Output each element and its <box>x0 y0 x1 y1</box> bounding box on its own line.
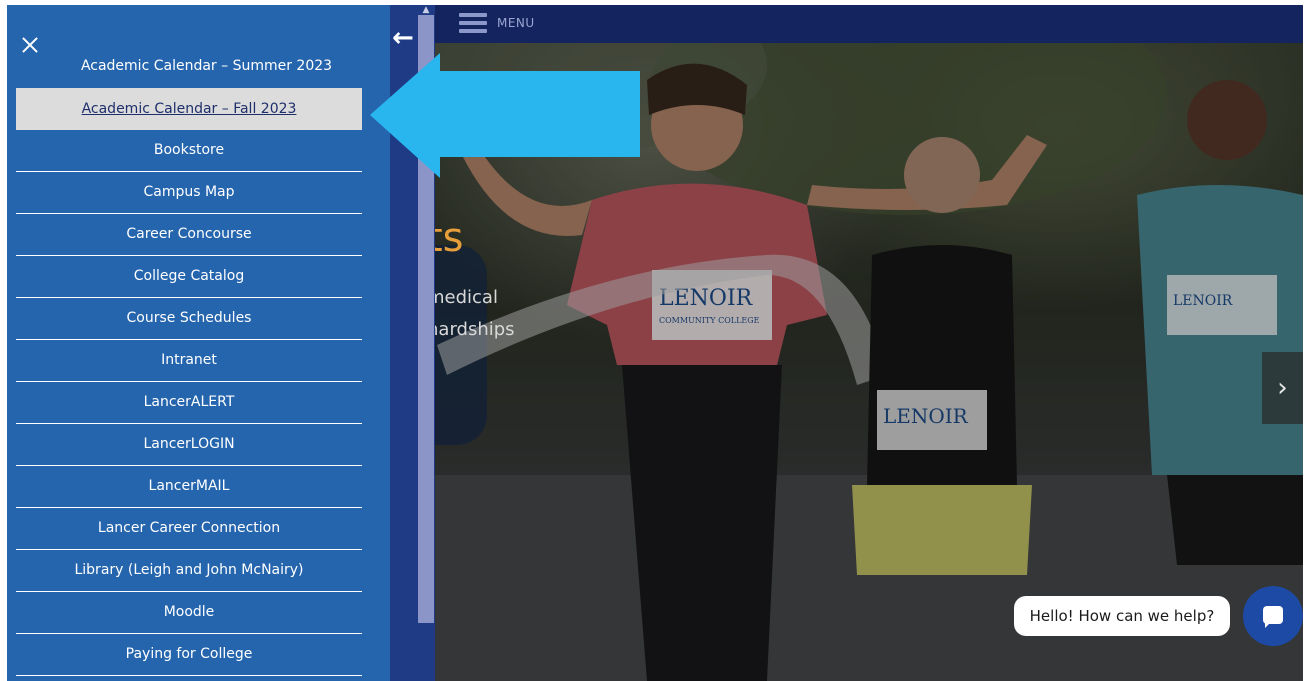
menu-link-academic-calendar-summer[interactable]: Academic Calendar – Summer 2023 <box>7 58 372 74</box>
chevron-right-icon: › <box>1277 373 1288 403</box>
side-menu: Academic Calendar – Summer 2023 Academic… <box>7 5 390 681</box>
hero-text-line-2: hardships <box>427 319 515 340</box>
chat-icon <box>1263 606 1283 628</box>
arrow-left-icon[interactable]: ← <box>392 23 414 53</box>
chat-prompt-bubble[interactable]: Hello! How can we help? <box>1014 596 1230 636</box>
menu-item-lancer-career-connection[interactable]: Lancer Career Connection <box>16 508 362 550</box>
menu-item-lancerlogin[interactable]: LancerLOGIN <box>16 424 362 466</box>
menu-item-lancermail[interactable]: LancerMAIL <box>16 466 362 508</box>
menu-item-career-concourse[interactable]: Career Concourse <box>16 214 362 256</box>
close-icon[interactable] <box>19 35 41 57</box>
menu-list: Academic Calendar – Fall 2023 Bookstore … <box>16 88 362 676</box>
scroll-up-icon[interactable]: ▲ <box>419 5 433 19</box>
chat-button[interactable] <box>1243 586 1303 646</box>
menu-item-library[interactable]: Library (Leigh and John McNairy) <box>16 550 362 592</box>
browser-viewport: LENOIR COMMUNITY COLLEGE LENOIR LENOIR t… <box>7 5 1303 681</box>
menu-item-intranet[interactable]: Intranet <box>16 340 362 382</box>
menu-item-course-schedules[interactable]: Course Schedules <box>16 298 362 340</box>
menu-item-bookstore[interactable]: Bookstore <box>16 130 362 172</box>
menu-item-paying-for-college[interactable]: Paying for College <box>16 634 362 676</box>
menu-item-moodle[interactable]: Moodle <box>16 592 362 634</box>
menu-label: MENU <box>497 16 535 30</box>
menu-item-college-catalog[interactable]: College Catalog <box>16 256 362 298</box>
carousel-next-button[interactable]: › <box>1262 352 1303 424</box>
hero-text-line-1: medical <box>427 287 498 308</box>
hamburger-icon <box>459 13 487 33</box>
menu-item-academic-calendar-fall[interactable]: Academic Calendar – Fall 2023 <box>16 88 362 130</box>
menu-button[interactable]: MENU <box>459 13 535 33</box>
menu-item-campus-map[interactable]: Campus Map <box>16 172 362 214</box>
menu-item-lanceralert[interactable]: LancerALERT <box>16 382 362 424</box>
arrow-left-pointer-icon <box>370 53 640 178</box>
